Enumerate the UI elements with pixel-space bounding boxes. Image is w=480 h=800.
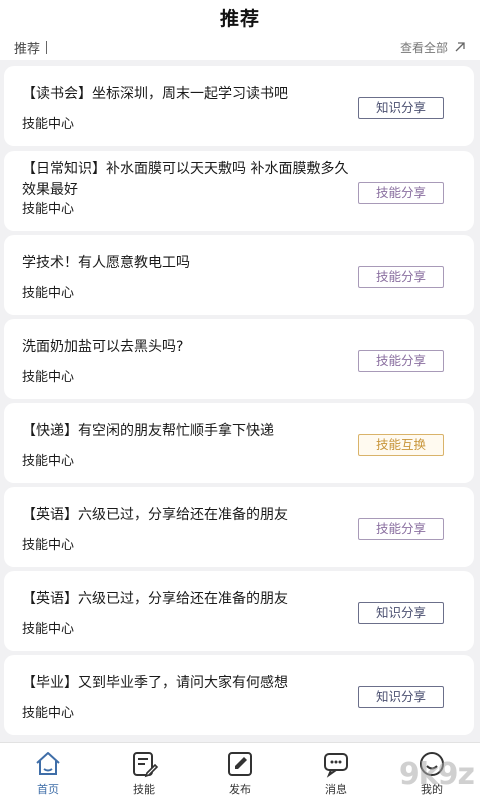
tab-message-label: 消息: [325, 783, 347, 796]
post-card[interactable]: 【毕业】又到毕业季了，请问大家有何感想 技能中心 知识分享: [4, 655, 474, 735]
section-bar: 推荐 查看全部: [0, 34, 480, 60]
tab-skill-label: 技能: [133, 783, 155, 796]
arrow-up-right-icon: [455, 42, 465, 52]
publish-pen-icon: [228, 752, 252, 776]
post-category: 技能中心: [22, 538, 75, 553]
post-card[interactable]: 【读书会】坐标深圳，周末一起学习读书吧 技能中心 知识分享: [4, 66, 474, 146]
post-tag[interactable]: 技能互换: [358, 434, 444, 456]
post-category: 技能中心: [22, 370, 75, 385]
view-all-label: 查看全部: [399, 40, 448, 55]
tab-publish-label: 发布: [229, 783, 251, 796]
post-tag[interactable]: 知识分享: [358, 97, 444, 119]
tab-skill[interactable]: 技能: [96, 743, 192, 800]
post-title: 【英语】六级已过，分享给还在准备的朋友: [22, 507, 288, 523]
post-category: 技能中心: [22, 117, 75, 132]
post-title: 洗面奶加盐可以去黑头吗?: [22, 339, 184, 355]
post-tag[interactable]: 知识分享: [358, 602, 444, 624]
post-category: 技能中心: [22, 202, 75, 217]
post-list: 【读书会】坐标深圳，周末一起学习读书吧 技能中心 知识分享 【日常知识】补水面膜…: [0, 66, 480, 738]
post-tag[interactable]: 技能分享: [358, 518, 444, 540]
watermark-logo: 9k9z: [398, 757, 475, 792]
post-card[interactable]: 【日常知识】补水面膜可以天天敷吗 补水面膜敷多久效果最好 技能中心 技能分享: [4, 151, 474, 231]
post-category: 技能中心: [22, 706, 75, 721]
skill-edit-icon: [133, 752, 159, 778]
tab-home[interactable]: 首页: [0, 743, 96, 800]
section-title: 推荐: [14, 38, 48, 57]
tab-publish[interactable]: 发布: [192, 743, 288, 800]
post-tag[interactable]: 知识分享: [358, 686, 444, 708]
message-icon: [324, 753, 348, 778]
post-tag[interactable]: 技能分享: [358, 266, 444, 288]
post-title: 学技术！有人愿意教电工吗: [22, 255, 190, 271]
section-label: 推荐: [14, 41, 41, 57]
post-category: 技能中心: [22, 454, 75, 469]
post-tag[interactable]: 技能分享: [358, 350, 444, 372]
post-title: 【英语】六级已过，分享给还在准备的朋友: [22, 591, 288, 607]
post-card[interactable]: 【快递】有空闲的朋友帮忙顺手拿下快递 技能中心 技能互换: [4, 403, 474, 483]
post-category: 技能中心: [22, 286, 75, 301]
post-card[interactable]: 【英语】六级已过，分享给还在准备的朋友 技能中心 知识分享: [4, 571, 474, 651]
post-title: 【日常知识】补水面膜可以天天敷吗 补水面膜敷多久效果最好: [22, 161, 349, 198]
post-title: 【毕业】又到毕业季了，请问大家有何感想: [22, 675, 288, 691]
post-title: 【快递】有空闲的朋友帮忙顺手拿下快递: [22, 423, 274, 439]
page-header: 推荐: [0, 0, 480, 34]
post-tag[interactable]: 技能分享: [358, 182, 444, 204]
home-icon: [36, 752, 60, 775]
tab-home-label: 首页: [37, 783, 59, 796]
post-card[interactable]: 【英语】六级已过，分享给还在准备的朋友 技能中心 技能分享: [4, 487, 474, 567]
section-divider: [46, 40, 48, 54]
tab-message[interactable]: 消息: [288, 743, 384, 800]
page-title: 推荐: [219, 7, 260, 30]
post-title: 【读书会】坐标深圳，周末一起学习读书吧: [22, 86, 288, 102]
post-card[interactable]: 洗面奶加盐可以去黑头吗? 技能中心 技能分享: [4, 319, 474, 399]
view-all-link[interactable]: 查看全部: [400, 39, 466, 56]
post-card[interactable]: 学技术！有人愿意教电工吗 技能中心 技能分享: [4, 235, 474, 315]
post-category: 技能中心: [22, 622, 75, 637]
